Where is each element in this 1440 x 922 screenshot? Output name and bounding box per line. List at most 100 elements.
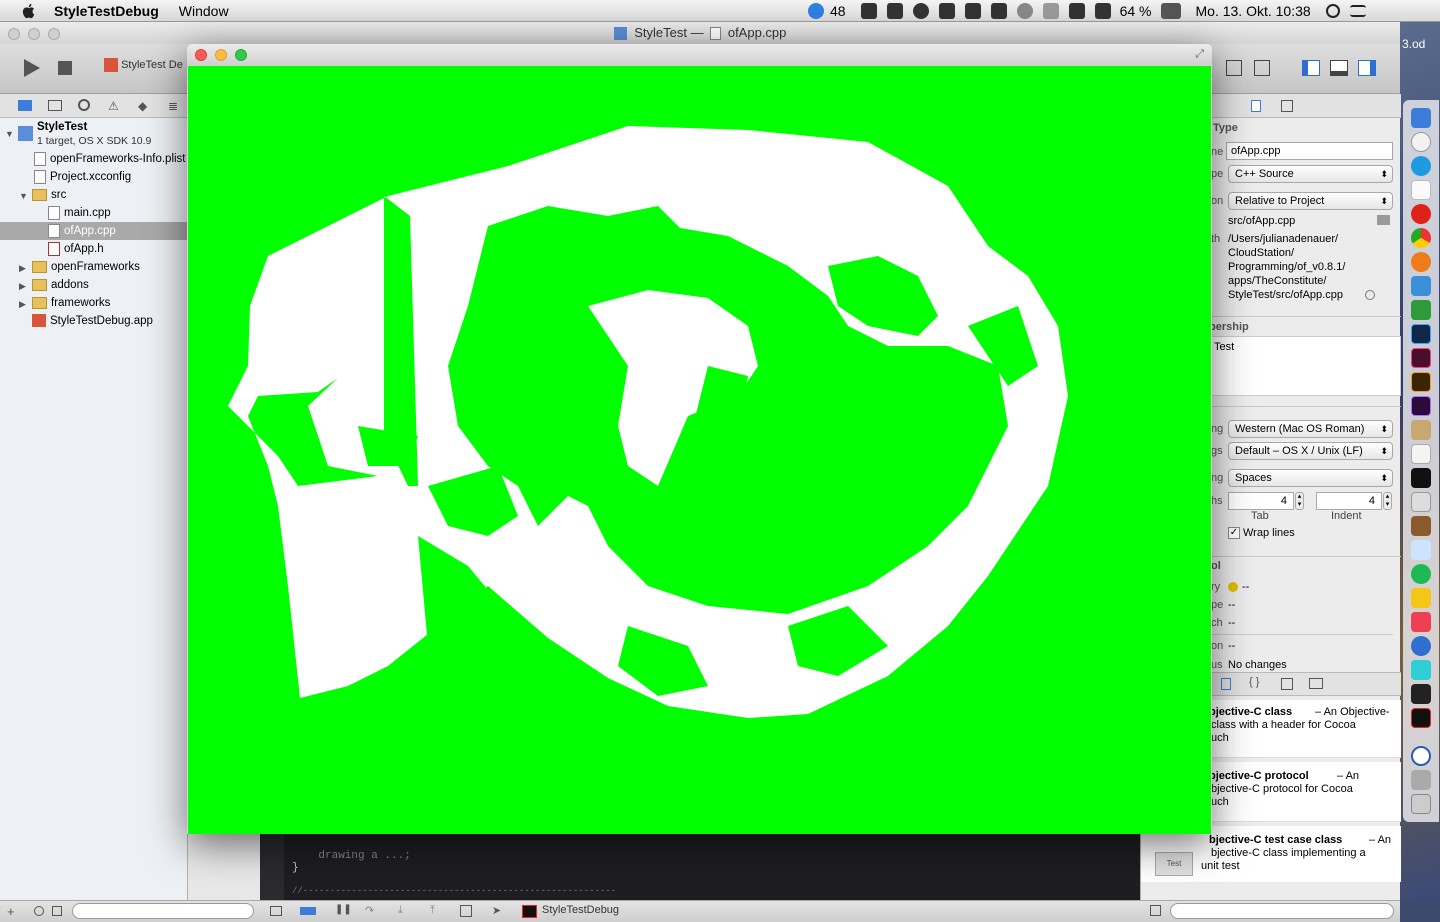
finder-dock-icon[interactable] [1411, 108, 1431, 128]
hide-debug-area-icon[interactable] [270, 906, 282, 916]
pause-icon[interactable]: ❚❚ [335, 904, 352, 915]
disclosure-open-icon[interactable]: ▼ [5, 129, 14, 139]
library-filter-field[interactable] [1170, 903, 1394, 919]
xcode-dock-icon[interactable] [1411, 276, 1431, 296]
symbol-navigator-icon[interactable] [48, 100, 62, 111]
spotify-dock-icon[interactable] [1411, 564, 1431, 584]
sublime-dock-icon[interactable] [1411, 516, 1431, 536]
clock[interactable]: Mo. 13. Okt. 10:38 [1196, 3, 1311, 19]
battery-icon[interactable] [1160, 3, 1181, 19]
volume-icon[interactable] [1094, 3, 1111, 19]
close-button[interactable] [195, 49, 207, 61]
debug-target-label[interactable]: StyleTestDebug [542, 904, 619, 916]
indent-width-field[interactable]: 4 [1316, 492, 1382, 510]
checkmark-icon[interactable] [990, 3, 1007, 19]
step-over-icon[interactable]: ↷ [365, 904, 374, 917]
file-name-field[interactable]: ofApp.cpp [1226, 142, 1393, 160]
download-dock-icon[interactable] [1411, 636, 1431, 656]
nav-item-frameworks[interactable]: frameworks [32, 294, 110, 312]
indent-using-select[interactable]: Spaces [1228, 469, 1393, 487]
disclosure-closed-icon[interactable]: ▶ [19, 263, 26, 274]
1password-dock-icon[interactable] [1411, 746, 1431, 766]
of-app-dock-icon[interactable] [1411, 708, 1431, 728]
archive-dock-icon[interactable] [1411, 492, 1431, 512]
zoom-button[interactable] [235, 49, 247, 61]
indent-width-stepper[interactable]: ▴ ▾ [1383, 492, 1392, 510]
toggle-navigator-icon[interactable] [1302, 60, 1320, 76]
textedit-dock-icon[interactable] [1411, 444, 1431, 464]
object-library-icon[interactable] [1281, 678, 1293, 690]
wrap-lines-label[interactable]: Wrap lines [1243, 527, 1295, 539]
preview-dock-icon[interactable] [1411, 540, 1431, 560]
time-machine-icon[interactable] [1016, 3, 1033, 19]
toggle-utilities-icon[interactable] [1358, 60, 1376, 76]
photoshop-dock-icon[interactable] [1411, 324, 1431, 344]
tab-width-stepper[interactable]: ▴ ▾ [1295, 492, 1304, 510]
zoom-button[interactable] [48, 28, 60, 40]
terminal-dock-icon[interactable] [1411, 468, 1431, 488]
mamp-dock-icon[interactable] [1411, 660, 1431, 680]
nav-item-ofapp-cpp-selected[interactable]: ofApp.cpp [0, 222, 187, 240]
stop-icon[interactable] [58, 61, 72, 75]
run-icon[interactable] [22, 58, 42, 78]
project-navigator-icon[interactable] [18, 100, 32, 111]
text-encoding-select[interactable]: Western (Mac OS Roman) [1228, 420, 1393, 438]
target-membership-list[interactable]: Test [1211, 336, 1401, 396]
nav-item-main-cpp[interactable]: main.cpp [48, 204, 111, 222]
toggle-debug-area-icon[interactable] [1330, 60, 1348, 76]
scm-filter-icon[interactable] [52, 906, 62, 916]
sourcetree-dock-icon[interactable] [1411, 300, 1431, 320]
standard-editor-icon[interactable] [1226, 60, 1242, 76]
nav-item-openframeworks[interactable]: openFrameworks [32, 258, 140, 276]
nav-item-xcconfig[interactable]: Project.xcconfig [34, 168, 131, 186]
firefox-dock-icon[interactable] [1411, 252, 1431, 272]
step-into-icon[interactable]: ⤓ [398, 904, 403, 917]
dropbox-icon[interactable] [860, 3, 877, 19]
nav-item-src[interactable]: src [32, 186, 66, 204]
pocket-dock-icon[interactable] [1411, 612, 1431, 632]
breakpoints-toggle-icon[interactable] [300, 907, 316, 915]
nav-item-addons[interactable]: addons [32, 276, 89, 294]
cloud-icon[interactable] [938, 3, 955, 19]
sync-icon[interactable] [912, 3, 929, 19]
template-item[interactable]: bjective-C protocol – An bjective-C prot… [1201, 762, 1401, 822]
step-out-icon[interactable]: ⤒ [430, 904, 435, 917]
illustrator-dock-icon[interactable] [1411, 372, 1431, 392]
photos-dock-icon[interactable] [1411, 770, 1431, 790]
disclosure-closed-icon[interactable]: ▶ [19, 299, 26, 310]
template-item[interactable]: Test bjective-C test case class – An bje… [1141, 826, 1401, 882]
window-menu[interactable]: Window [179, 3, 229, 19]
issue-navigator-icon[interactable]: ⚠ [108, 99, 119, 113]
file-type-select[interactable]: C++ Source [1228, 165, 1393, 183]
spotlight-icon[interactable] [1325, 4, 1340, 18]
clock-dock-icon[interactable] [1411, 132, 1431, 152]
nav-item-info-plist[interactable]: openFrameworks-Info.plist [34, 150, 186, 168]
template-item[interactable]: bjective-C class – An Objective- class w… [1201, 700, 1401, 758]
scheme-selector[interactable]: StyleTest De [104, 58, 183, 72]
trash-dock-icon[interactable] [1411, 794, 1431, 814]
apple-menu-icon[interactable] [20, 3, 38, 19]
file-template-library-icon[interactable] [1221, 678, 1231, 690]
media-library-icon[interactable] [1309, 678, 1323, 689]
calendar-dock-icon[interactable] [1411, 180, 1431, 200]
view-hierarchy-icon[interactable] [460, 905, 472, 917]
line-endings-select[interactable]: Default – OS X / Unix (LF) [1228, 442, 1393, 460]
key-icon[interactable] [964, 3, 981, 19]
location-select[interactable]: Relative to Project [1228, 192, 1393, 210]
reveal-arrow-icon[interactable] [1365, 290, 1375, 300]
indesign-dock-icon[interactable] [1411, 348, 1431, 368]
nav-item-ofapp-h[interactable]: ofApp.h [48, 240, 104, 258]
find-navigator-icon[interactable] [78, 99, 90, 111]
minimize-button[interactable] [28, 28, 40, 40]
fullscreen-icon[interactable]: ⤢ [1195, 48, 1204, 61]
recent-filter-icon[interactable] [34, 906, 44, 916]
activity-monitor-dock-icon[interactable] [1411, 684, 1431, 704]
minimize-button[interactable] [215, 49, 227, 61]
premiere-dock-icon[interactable] [1411, 396, 1431, 416]
notification-badge-icon[interactable] [808, 3, 824, 19]
app-menu[interactable]: StyleTestDebug [54, 3, 159, 19]
grid-view-icon[interactable] [1150, 905, 1161, 916]
cyberduck-dock-icon[interactable] [1411, 588, 1431, 608]
wifi-icon[interactable] [1068, 3, 1085, 19]
test-navigator-icon[interactable]: ◆ [138, 99, 147, 113]
